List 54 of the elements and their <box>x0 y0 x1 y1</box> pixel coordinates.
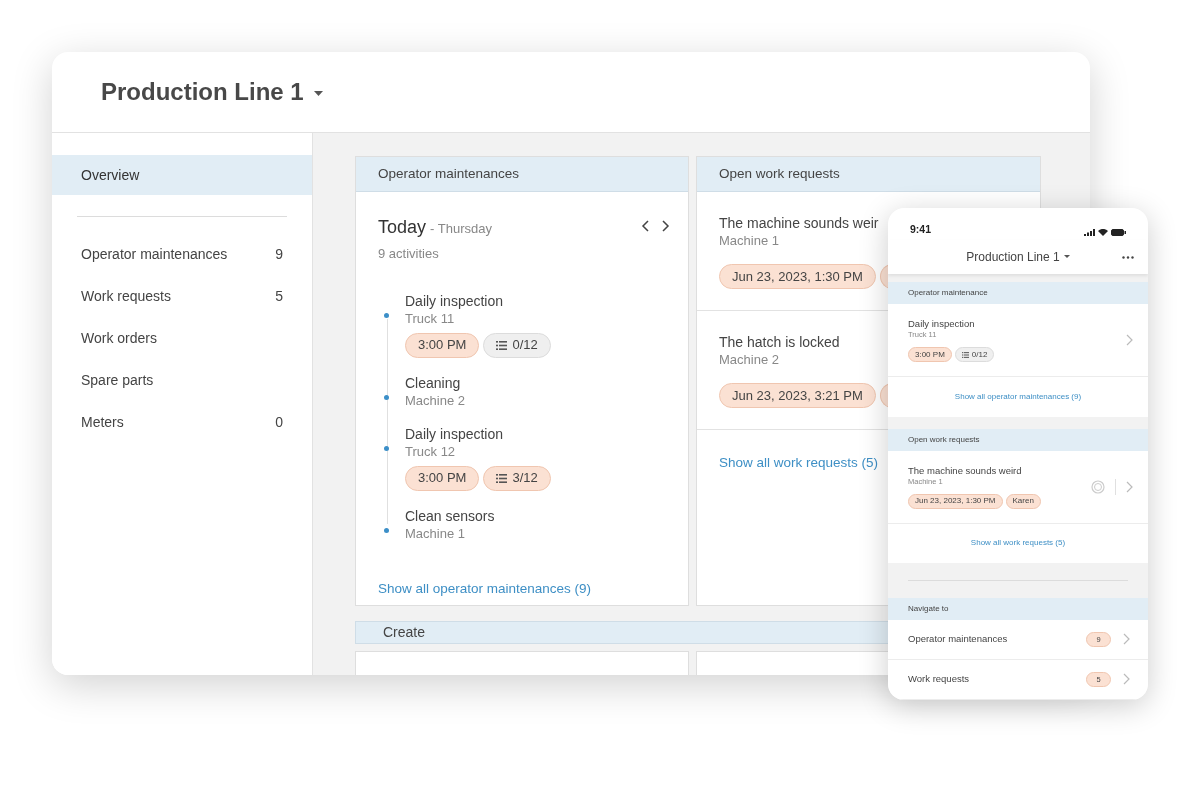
checklist-chip: 0/12 <box>954 347 995 363</box>
chevron-right-icon <box>1123 673 1130 686</box>
tag-chip: Jun 23, 2023, 1:30 PM <box>908 493 1003 509</box>
panel-title: Operator maintenances <box>378 164 520 183</box>
request-title: The hatch is locked <box>719 333 840 351</box>
status-time: 9:41 <box>910 221 931 237</box>
signal-icon <box>1084 228 1095 236</box>
page-title[interactable]: Production Line 1 <box>101 74 304 110</box>
activity-subtitle: Machine 1 <box>405 524 466 542</box>
activity-title[interactable]: Clean sensors <box>405 506 688 525</box>
list-icon <box>496 473 508 483</box>
section-title: Open work requests <box>908 433 980 446</box>
request-subtitle: Machine 2 <box>719 351 779 369</box>
chevron-left-icon[interactable] <box>641 220 649 232</box>
caret-down-icon[interactable] <box>313 90 323 96</box>
activity-subtitle: Machine 2 <box>405 391 466 409</box>
weekday-label: - Thursday <box>430 220 492 238</box>
checklist-chip: 3/12 <box>483 465 551 491</box>
chevron-right-icon <box>1126 480 1133 493</box>
show-all-link[interactable]: Show all work requests (5) <box>719 453 879 474</box>
sidebar-item[interactable]: Overview <box>52 155 312 195</box>
section-title: Navigate to <box>908 603 949 616</box>
tag-chip: Jun 23, 2023, 1:30 PM <box>719 264 876 289</box>
activity-title[interactable]: Cleaning <box>405 373 688 392</box>
phone-title[interactable]: Production Line 1 <box>966 247 1060 266</box>
activity-title[interactable]: Daily inspection <box>405 424 688 443</box>
time-chip: 3:00 PM <box>908 347 952 363</box>
activity-count: 9 activities <box>378 245 440 263</box>
tag-chip: Jun 23, 2023, 3:21 PM <box>719 383 876 408</box>
chevron-right-icon[interactable] <box>662 220 670 232</box>
time-chip: 3:00 PM <box>405 332 480 358</box>
activity-subtitle: Truck 12 <box>405 442 457 460</box>
activity-subtitle: Truck 11 <box>405 309 456 327</box>
panel-title: Open work requests <box>719 164 840 183</box>
more-icon[interactable] <box>1122 255 1134 259</box>
time-chip: 3:00 PM <box>405 465 480 491</box>
day-label: Today <box>378 216 427 239</box>
section-title: Create <box>383 623 426 642</box>
show-all-link[interactable]: Show all operator maintenances (9) <box>378 578 592 599</box>
activity-title[interactable]: Daily inspection <box>405 291 688 310</box>
wifi-icon <box>1098 228 1108 236</box>
checklist-chip: 0/12 <box>483 332 551 358</box>
battery-icon <box>1111 228 1126 236</box>
caret-down-icon[interactable] <box>1063 255 1070 259</box>
section-title: Operator maintenance <box>908 287 988 300</box>
show-all-link[interactable]: Show all operator maintenances (9) <box>954 390 1082 403</box>
list-icon <box>961 351 969 358</box>
list-icon <box>496 340 508 350</box>
show-all-link[interactable]: Show all work requests (5) <box>970 537 1066 550</box>
request-subtitle: Machine 1 <box>719 232 779 250</box>
chevron-right-icon <box>1126 334 1133 347</box>
chevron-right-icon <box>1123 633 1130 646</box>
request-title: The machine sounds weir <box>719 214 879 232</box>
tag-chip: Karen <box>1005 493 1041 509</box>
